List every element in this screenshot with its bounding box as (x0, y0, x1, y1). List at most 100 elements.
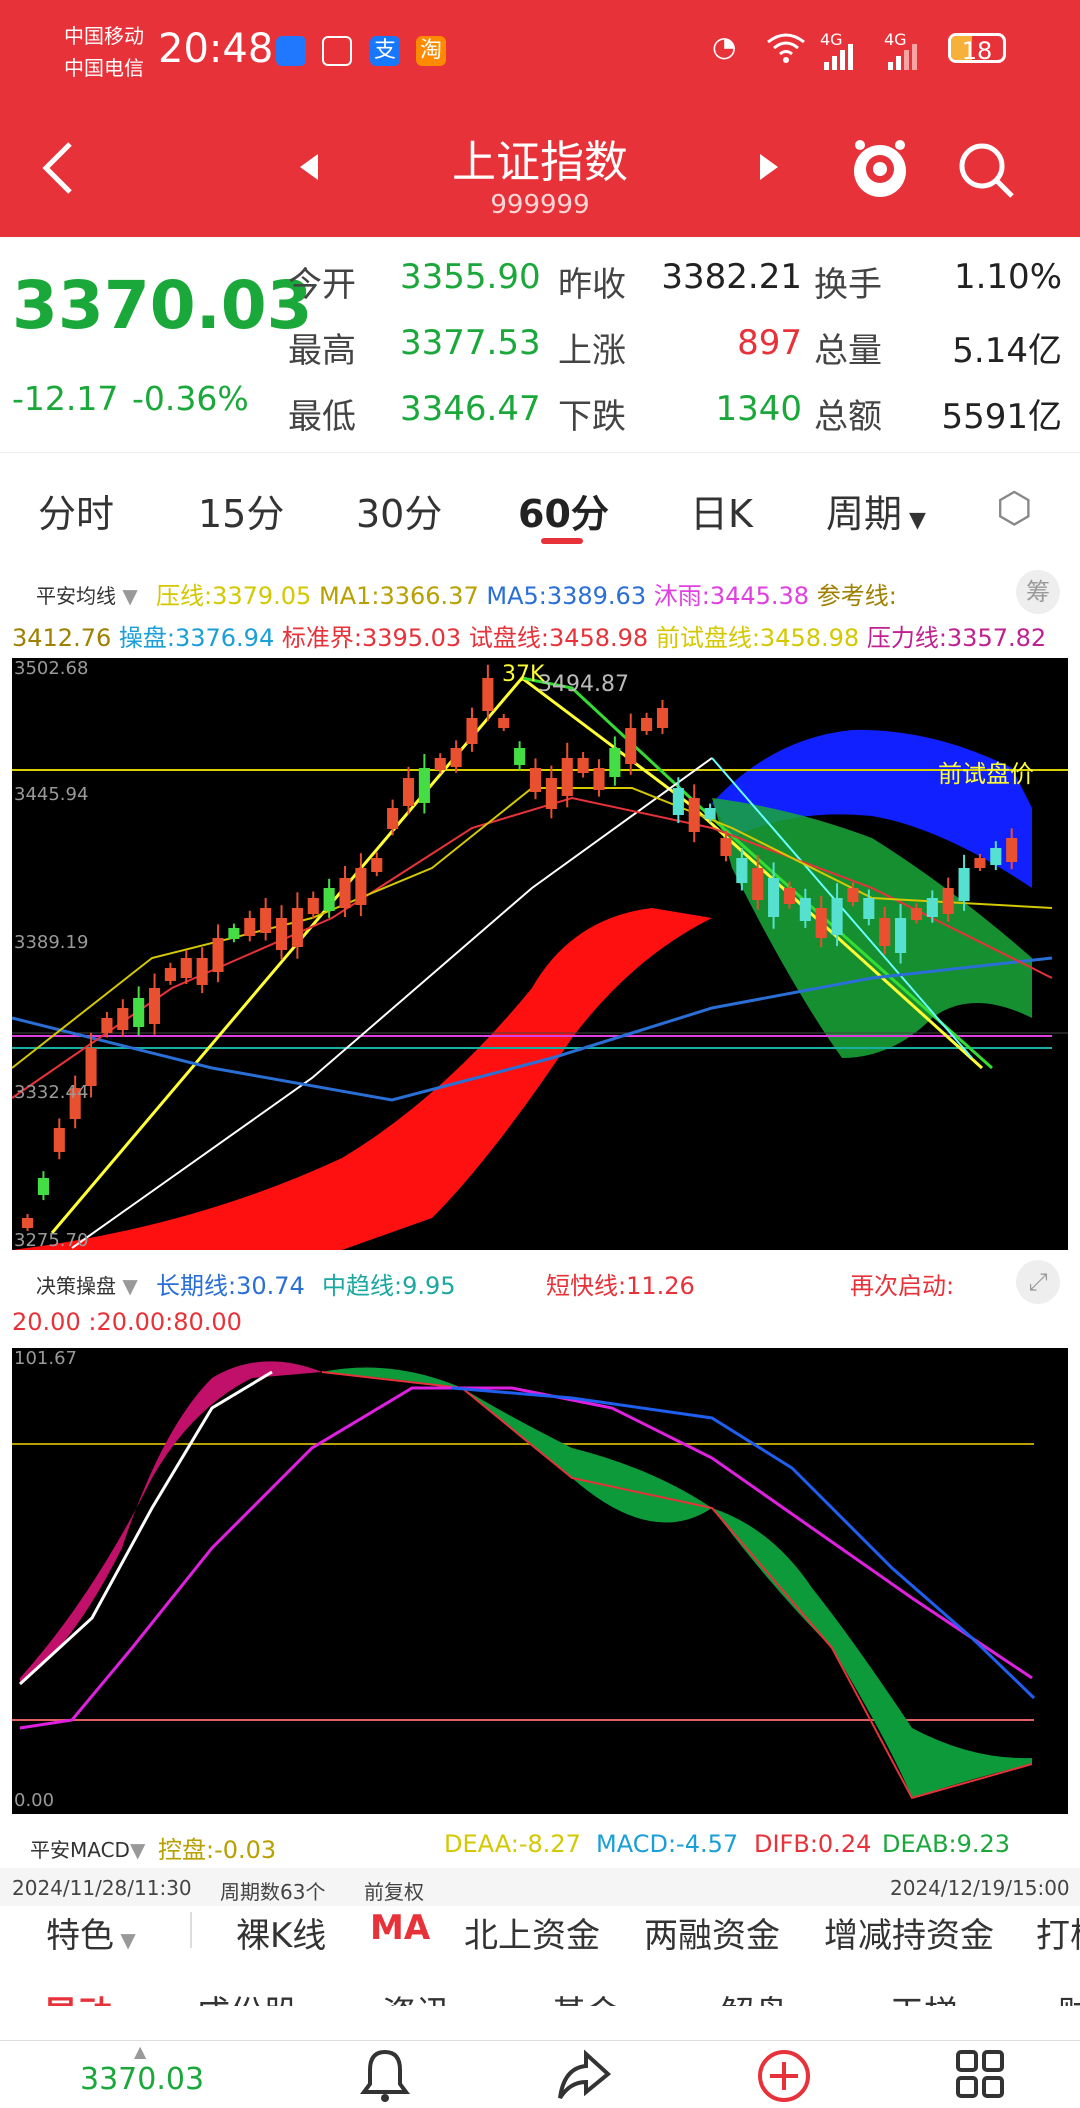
candle-body (37, 1178, 49, 1195)
chips-button[interactable]: 筹 (1016, 570, 1060, 614)
tab-60min[interactable]: 60分 (518, 483, 609, 538)
clock: 20:48 (158, 26, 274, 72)
chevron-down-icon: ▼ (114, 1928, 136, 1952)
candle-body (926, 898, 938, 917)
signal-2-icon (886, 44, 920, 74)
control-value: 控盘:-0.03 (158, 1836, 277, 1864)
candle-body (815, 908, 827, 938)
price-change: -12.17 (12, 379, 119, 418)
indicator-line-1: 压线:3379.05 MA1:3366.37 MA5:3389.63 沐雨:34… (156, 582, 897, 610)
tab-30min[interactable]: 30分 (356, 483, 442, 538)
open-label: 今开 (288, 265, 356, 305)
submenu-finance[interactable]: 财 (1058, 1986, 1080, 2006)
high-label: 最高 (288, 331, 356, 371)
tab-daily[interactable]: 日K (690, 483, 753, 538)
advancers-value: 897 (737, 323, 802, 363)
nav-price[interactable]: 3370.03 (80, 2062, 204, 2097)
amount-value: 5591亿 (941, 397, 1062, 437)
bar-count: 周期数63个 (220, 1880, 326, 1904)
decision-chart[interactable]: 101.67 0.00 (12, 1348, 1068, 1814)
macd-indicator-name[interactable]: 平安MACD▼ (30, 1834, 145, 1863)
grid-menu-icon[interactable] (954, 2048, 1006, 2108)
deab-value: DEAB:9.23 (882, 1830, 1011, 1858)
y-axis-label: 3389.19 (14, 932, 89, 953)
tab-intraday[interactable]: 分时 (38, 483, 114, 538)
submenu-news[interactable]: 资讯 (382, 1986, 450, 2006)
levels-line: 20.00 :20.00:80.00 (12, 1308, 242, 1336)
expand-icon[interactable]: ⤢ (1016, 1260, 1060, 1304)
candle-body (466, 718, 478, 744)
mid-line-value: 中趋线:9.95 (322, 1272, 456, 1300)
page-title: 上证指数 (452, 137, 628, 188)
submenu-analysis[interactable]: 解盘 (720, 1986, 788, 2006)
long-line-value: 长期线:30.74 (156, 1272, 305, 1300)
candle-body (260, 908, 272, 933)
search-icon[interactable] (956, 140, 1016, 204)
caret-up-icon: ▲ (134, 2042, 147, 2061)
sub-indicator-name[interactable]: 决策操盘 ▼ (36, 1270, 138, 1299)
menu-northbound[interactable]: 北上资金 (464, 1908, 600, 1957)
next-index-icon[interactable] (758, 152, 780, 186)
menu-limit-up[interactable]: 打板 (1036, 1908, 1080, 1957)
tab-period[interactable]: 周期 ▼ (826, 483, 926, 538)
candle-body (1006, 838, 1018, 862)
submenu-ladder[interactable]: 天梯 (890, 1986, 958, 2006)
candle-body (720, 838, 732, 856)
low-label: 最低 (288, 397, 356, 437)
mascot-icon[interactable] (850, 135, 910, 209)
candle-body (752, 868, 764, 900)
submenu-movers[interactable]: 异动 (44, 1986, 112, 2006)
candle-body (148, 988, 161, 1024)
advancers-label: 上涨 (558, 331, 626, 371)
candle-body (323, 888, 335, 911)
indicator-line-2: 3412.76 操盘:3376.94 标准界:3395.03 试盘线:3458.… (12, 624, 1047, 652)
candle-body (291, 908, 303, 947)
submenu-constituents[interactable]: 成份股 (196, 1986, 298, 2006)
y-axis-label: 3275.70 (14, 1230, 89, 1250)
title-bar: 中国移动 中国电信 20:48 支 淘 ◔ 4G 4G 18 上证指数 9999… (0, 0, 1080, 237)
restart-label: 再次启动: (850, 1272, 955, 1300)
candle-body (22, 1218, 34, 1228)
menu-margin[interactable]: 两融资金 (644, 1908, 780, 1957)
menu-featured[interactable]: 特色 ▼ (46, 1908, 136, 1957)
decliners-label: 下跌 (558, 397, 626, 437)
alipay-icon: 支 (370, 36, 400, 66)
candle-body (688, 798, 700, 832)
turnover-label: 换手 (814, 265, 882, 305)
adjustment-mode[interactable]: 前复权 (364, 1876, 424, 1905)
candle-body (593, 768, 605, 790)
period-tabs: 分时 15分 30分 60分 日K 周期 ▼ ⬡ (0, 452, 1080, 561)
news-app-icon (322, 36, 352, 66)
main-indicator-name[interactable]: 平安均线 ▼ (36, 580, 138, 609)
low-value: 3346.47 (400, 389, 541, 429)
menu-ma[interactable]: MA (370, 1908, 430, 1948)
signal-1-icon (822, 44, 856, 74)
menu-divider (190, 1912, 192, 1948)
settings-hex-icon[interactable]: ⬡ (996, 483, 1033, 532)
share-icon[interactable] (556, 2048, 612, 2108)
carrier-2: 中国电信 (64, 56, 144, 80)
taobao-icon: 淘 (416, 36, 446, 66)
candle-body (387, 808, 399, 829)
open-value: 3355.90 (400, 257, 541, 297)
candle-body (482, 678, 494, 711)
candle-body (879, 918, 891, 946)
candle-body (307, 898, 319, 914)
deaa-value: DEAA:-8.27 (444, 1830, 581, 1858)
candle-body (85, 1048, 97, 1086)
candle-body (958, 868, 970, 901)
tab-15min[interactable]: 15分 (198, 483, 284, 538)
candle-body (101, 1018, 113, 1033)
candle-body (355, 868, 367, 905)
prev-close-label: 昨收 (558, 265, 626, 305)
bell-icon[interactable] (360, 2048, 410, 2108)
menu-naked-k[interactable]: 裸K线 (236, 1908, 326, 1957)
candle-body (275, 918, 288, 950)
add-watchlist-icon[interactable] (756, 2048, 812, 2108)
price-change-pct: -0.36% (132, 379, 249, 418)
kline-chart[interactable]: 3502.68 3445.94 3389.19 3332.44 3275.70 … (12, 658, 1068, 1250)
candle-body (498, 718, 510, 728)
menu-holdings-change[interactable]: 增减持资金 (824, 1908, 994, 1957)
volume-value: 5.14亿 (952, 331, 1062, 371)
submenu-funds[interactable]: 基金 (552, 1986, 620, 2006)
